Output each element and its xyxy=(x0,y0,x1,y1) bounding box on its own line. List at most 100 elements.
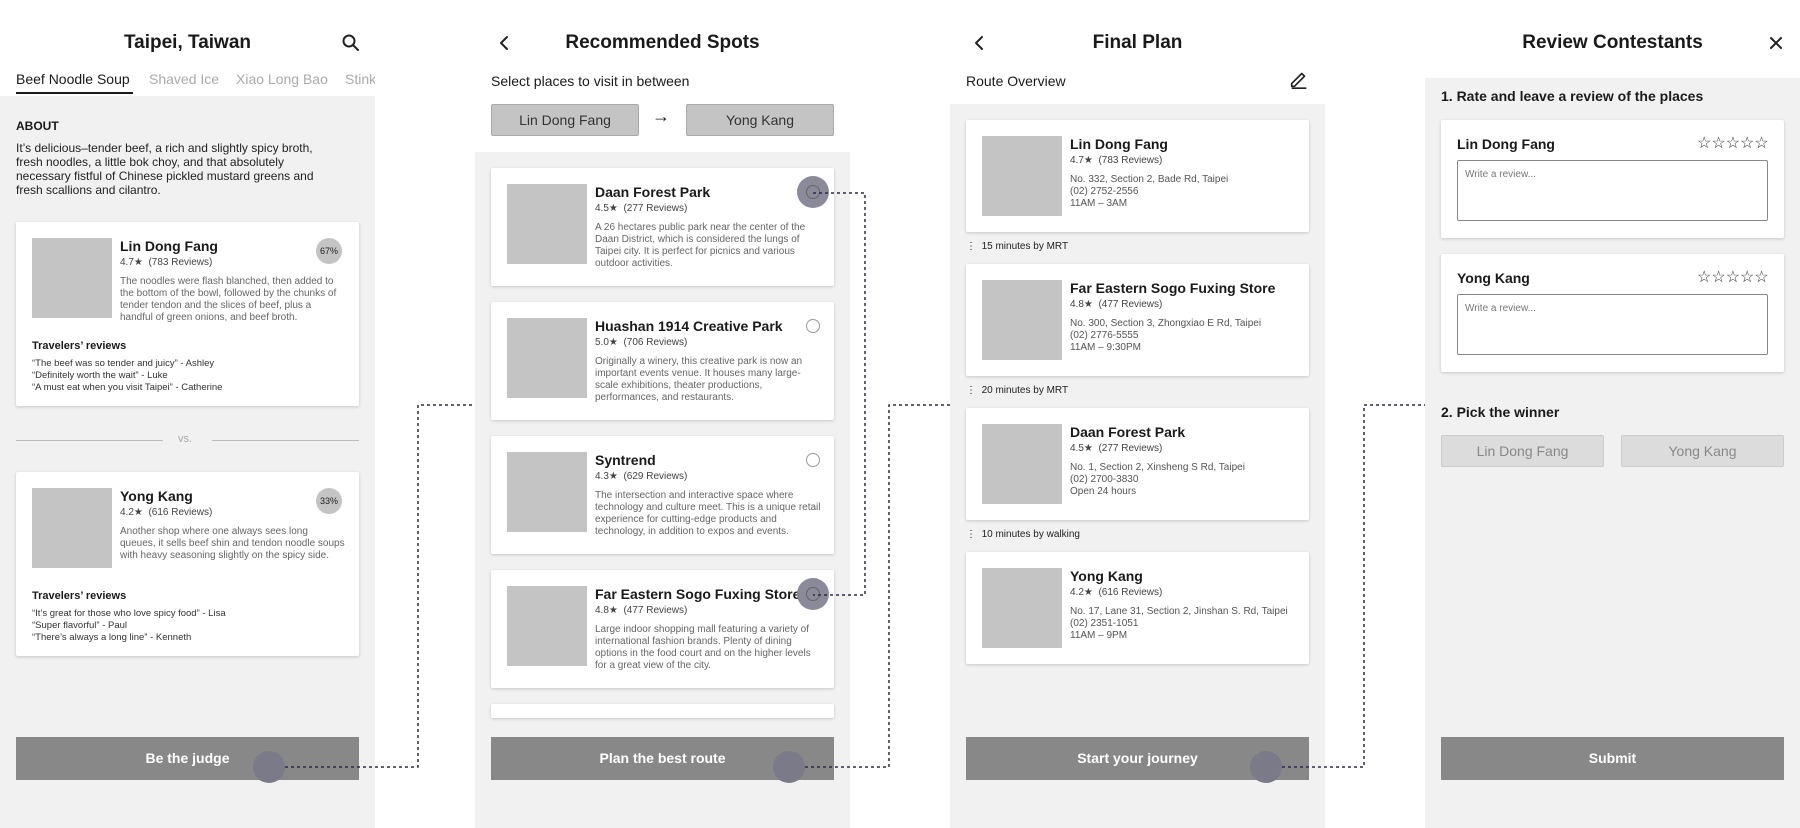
arrow-right-icon: → xyxy=(652,106,670,126)
spot-card[interactable]: Far Eastern Sogo Fuxing Store 4.8★ (477 … xyxy=(491,570,834,688)
divider xyxy=(16,440,163,441)
tab-stink[interactable]: Stink xyxy=(345,71,375,87)
spot-description: Originally a winery, this creative park … xyxy=(595,356,803,403)
more-vertical-icon: ⋮ xyxy=(966,241,976,252)
winner-option[interactable]: Lin Dong Fang xyxy=(1441,435,1604,467)
spot-description: A 26 hectares public park near the cente… xyxy=(595,222,806,269)
route-stop-card[interactable]: Far Eastern Sogo Fuxing Store 4.8★ (477 … xyxy=(966,264,1309,376)
stop-address: No. 1, Section 2, Xinsheng S Rd, Taipei xyxy=(1070,462,1245,473)
review-quote: “A must eat when you visit Taipei” - Cat… xyxy=(32,382,223,393)
page-title: Final Plan xyxy=(1092,32,1183,53)
contestant-name: Lin Dong Fang xyxy=(120,238,218,254)
reviews-heading: Travelers’ reviews xyxy=(32,590,127,602)
stop-hours: 11AM – 9PM xyxy=(1070,630,1128,641)
star-icon: ★ xyxy=(1083,587,1093,598)
spot-card[interactable]: Huashan 1914 Creative Park 5.0★ (706 Rev… xyxy=(491,302,834,420)
star-rating-input[interactable]: ☆☆☆☆☆ xyxy=(1697,133,1769,153)
spot-select-radio[interactable] xyxy=(806,185,820,199)
touch-indicator xyxy=(773,751,805,783)
be-the-judge-button[interactable]: Be the judge xyxy=(16,737,359,780)
spot-select-radio[interactable] xyxy=(806,453,820,467)
destination-chip[interactable]: Yong Kang xyxy=(686,104,834,136)
stop-name: Lin Dong Fang xyxy=(1070,136,1168,152)
touch-indicator xyxy=(253,751,285,783)
more-vertical-icon: ⋮ xyxy=(966,529,976,540)
route-overview-label: Route Overview xyxy=(966,73,1066,89)
stop-phone: (02) 2752-2556 xyxy=(1070,186,1139,197)
spot-card[interactable] xyxy=(491,704,834,718)
star-icon: ★ xyxy=(133,257,143,268)
content-area: ABOUT It’s delicious–tender beef, a rich… xyxy=(0,96,375,828)
tab-xiao-long-bao[interactable]: Xiao Long Bao xyxy=(236,71,328,87)
route-stop-card[interactable]: Daan Forest Park 4.5★ (277 Reviews) No. … xyxy=(966,408,1309,520)
search-icon[interactable] xyxy=(339,31,363,55)
contestant-description: Another shop where one always sees long … xyxy=(120,526,345,561)
stop-photo xyxy=(982,568,1062,648)
page-title: Review Contestants xyxy=(1522,32,1703,53)
place-name: Lin Dong Fang xyxy=(1457,136,1555,152)
review-textarea[interactable] xyxy=(1457,294,1768,355)
stop-address: No. 332, Section 2, Bade Rd, Taipei xyxy=(1070,174,1229,185)
screen-recommended-spots: Recommended Spots Select places to visit… xyxy=(475,0,850,828)
spot-photo xyxy=(507,452,587,532)
stop-name: Far Eastern Sogo Fuxing Store xyxy=(1070,280,1276,296)
contestant-photo xyxy=(32,238,112,318)
route-list: Lin Dong Fang 4.7★ (783 Reviews) No. 332… xyxy=(950,104,1325,828)
tab-shaved-ice[interactable]: Shaved Ice xyxy=(149,71,219,87)
contestant-card[interactable]: Lin Dong Fang 4.7★ (783 Reviews) 67% The… xyxy=(16,222,359,406)
star-rating-input[interactable]: ☆☆☆☆☆ xyxy=(1697,267,1769,287)
screen-review-contestants: Review Contestants 1. Rate and leave a r… xyxy=(1425,0,1800,828)
review-quote: “Definitely worth the wait” - Luke xyxy=(32,370,168,381)
winner-option[interactable]: Yong Kang xyxy=(1621,435,1784,467)
route-leg: ⋮ 15 minutes by MRT xyxy=(966,241,1069,252)
review-textarea[interactable] xyxy=(1457,160,1768,221)
stop-address: No. 300, Section 3, Zhongxiao E Rd, Taip… xyxy=(1070,318,1262,329)
screen-contest-detail: Taipei, Taiwan Beef Noodle Soup Shaved I… xyxy=(0,0,375,828)
star-icon: ★ xyxy=(133,507,143,518)
contestant-rating: 4.2★ (616 Reviews) xyxy=(120,507,213,518)
stop-phone: (02) 2700-3830 xyxy=(1070,474,1139,485)
stop-name: Yong Kang xyxy=(1070,568,1143,584)
pencil-icon[interactable] xyxy=(1288,68,1310,90)
contestant-rating: 4.7★ (783 Reviews) xyxy=(120,257,213,268)
origin-chip[interactable]: Lin Dong Fang xyxy=(491,104,639,136)
spot-name: Daan Forest Park xyxy=(595,184,711,200)
star-icon: ★ xyxy=(608,605,618,616)
stop-rating: 4.5★ (277 Reviews) xyxy=(1070,443,1163,454)
spot-select-radio[interactable] xyxy=(806,587,820,601)
spot-card[interactable]: Daan Forest Park 4.5★ (277 Reviews) A 26… xyxy=(491,168,834,286)
stop-rating: 4.8★ (477 Reviews) xyxy=(1070,299,1163,310)
screen-final-plan: Final Plan Route Overview Lin Dong Fang … xyxy=(950,0,1325,828)
submit-button[interactable]: Submit xyxy=(1441,737,1784,780)
spot-rating: 5.0★ (706 Reviews) xyxy=(595,337,688,348)
step-2-heading: 2. Pick the winner xyxy=(1441,404,1560,420)
spot-photo xyxy=(507,586,587,666)
review-form: 1. Rate and leave a review of the places… xyxy=(1425,78,1800,828)
stop-rating: 4.7★ (783 Reviews) xyxy=(1070,155,1163,166)
stop-phone: (02) 2776-5555 xyxy=(1070,330,1139,341)
close-icon[interactable] xyxy=(1764,31,1788,55)
spot-card[interactable]: Syntrend 4.3★ (629 Reviews) The intersec… xyxy=(491,436,834,554)
star-icon: ★ xyxy=(1083,443,1093,454)
contestant-card[interactable]: Yong Kang 4.2★ (616 Reviews) 33% Another… xyxy=(16,472,359,656)
spot-name: Syntrend xyxy=(595,452,656,468)
star-icon: ★ xyxy=(608,471,618,482)
page-title: Recommended Spots xyxy=(565,32,760,53)
route-leg: ⋮ 20 minutes by MRT xyxy=(966,385,1069,396)
stop-photo xyxy=(982,424,1062,504)
review-quote: “The beef was so tender and juicy” - Ash… xyxy=(32,358,215,369)
spot-rating: 4.5★ (277 Reviews) xyxy=(595,203,688,214)
route-stop-card[interactable]: Lin Dong Fang 4.7★ (783 Reviews) No. 332… xyxy=(966,120,1309,232)
spot-photo xyxy=(507,318,587,398)
stop-rating: 4.2★ (616 Reviews) xyxy=(1070,587,1163,598)
place-name: Yong Kang xyxy=(1457,270,1530,286)
review-quote: “There’s always a long line” - Kenneth xyxy=(32,632,192,643)
spot-select-radio[interactable] xyxy=(806,319,820,333)
star-icon: ★ xyxy=(1083,299,1093,310)
stop-photo xyxy=(982,280,1062,360)
route-stop-card[interactable]: Yong Kang 4.2★ (616 Reviews) No. 17, Lan… xyxy=(966,552,1309,664)
tab-beef-noodle-soup[interactable]: Beef Noodle Soup xyxy=(16,71,130,87)
about-text: It’s delicious–tender beef, a rich and s… xyxy=(16,141,314,197)
vs-label: vs. xyxy=(177,433,193,445)
stop-address: No. 17, Lane 31, Section 2, Jinshan S. R… xyxy=(1070,606,1288,617)
